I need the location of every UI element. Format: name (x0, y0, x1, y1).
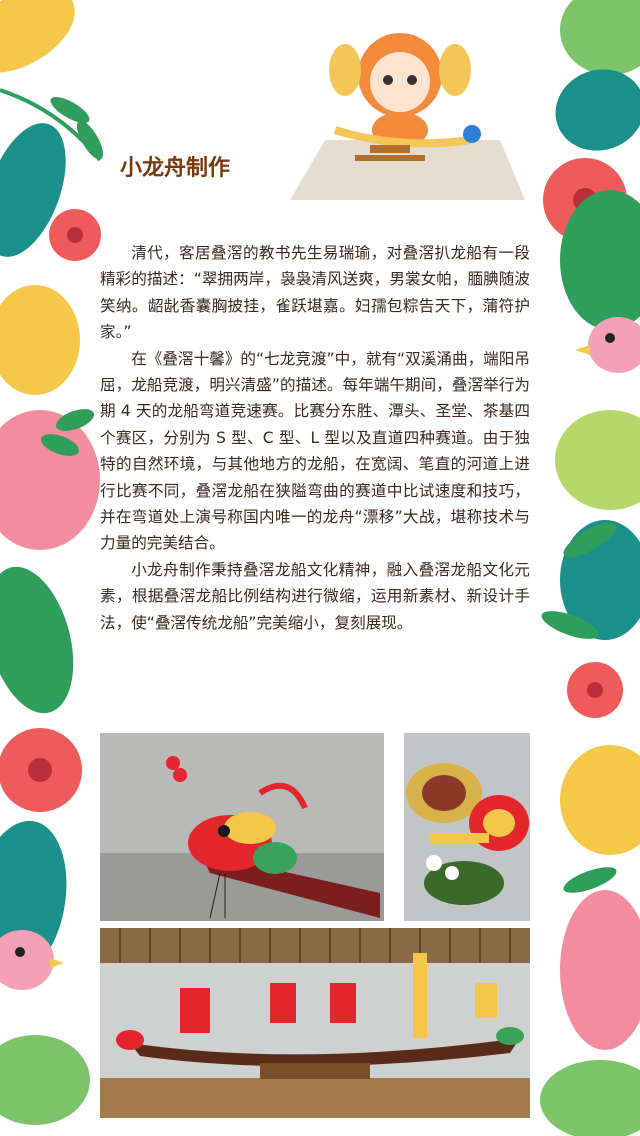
dragon-head-photo (100, 733, 384, 921)
paragraph: 在《叠滘十馨》的“七龙竞渡”中，就有“双溪涌曲，端阳吊屈，龙船竞渡，明兴清盛”的… (100, 349, 530, 553)
mascot-fish-kid-icon (290, 33, 525, 200)
section-title: 小龙舟制作 (120, 156, 231, 181)
paragraph: 小龙舟制作秉持叠滘龙船文化精神，融入叠滘龙船文化元素，根据叠滘龙船比例结构进行微… (100, 560, 530, 632)
drums-closeup-photo (404, 733, 530, 921)
paragraph: 清代，客居叠滘的教书先生易瑞瑜，对叠滘扒龙船有一段精彩的描述：“翠拥两岸，袅袅清… (100, 244, 530, 342)
dragon-boat-model-photo (100, 928, 530, 1118)
article-body: 清代，客居叠滘的教书先生易瑞瑜，对叠滘扒龙船有一段精彩的描述：“翠拥两岸，袅袅清… (100, 240, 530, 636)
